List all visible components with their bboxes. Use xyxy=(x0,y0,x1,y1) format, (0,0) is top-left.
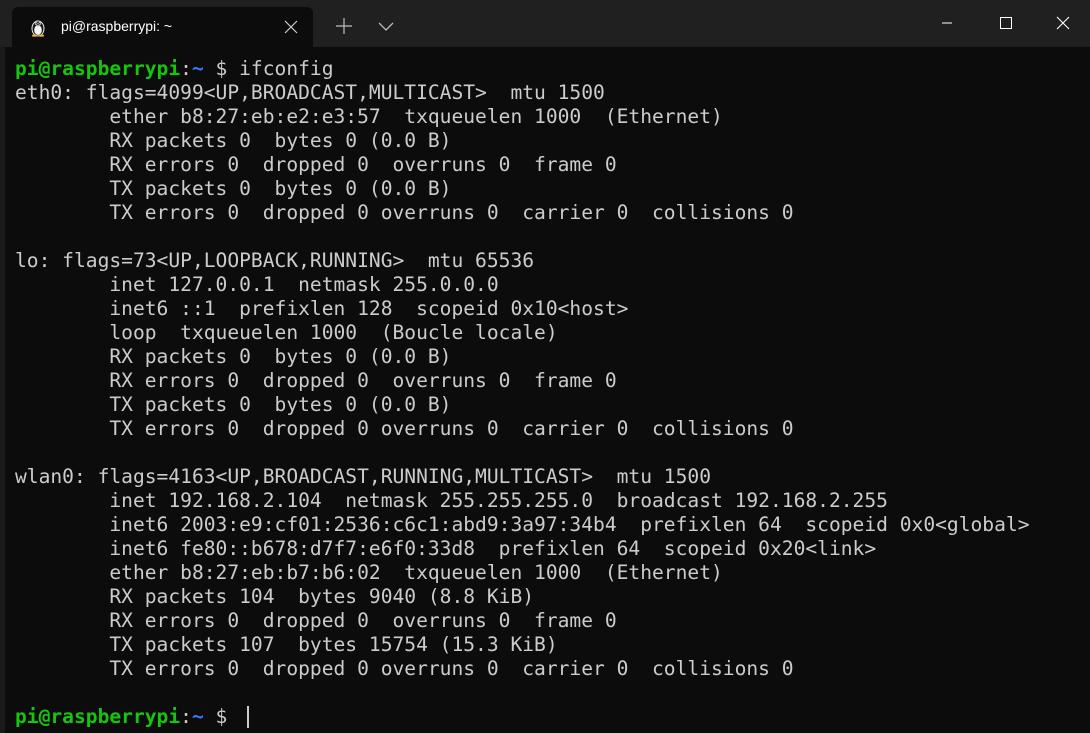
output-line: lo: flags=73<UP,LOOPBACK,RUNNING> mtu 65… xyxy=(15,249,535,272)
title-bar[interactable]: pi@raspberrypi: ~ xyxy=(0,0,1090,47)
text-cursor xyxy=(247,706,250,728)
output-line: inet 127.0.0.1 netmask 255.0.0.0 xyxy=(15,273,499,296)
command-text: ifconfig xyxy=(239,57,334,80)
tab-active[interactable]: pi@raspberrypi: ~ xyxy=(12,7,313,47)
output-line: RX packets 104 bytes 9040 (8.8 KiB) xyxy=(15,585,535,608)
output-line: RX errors 0 dropped 0 overruns 0 frame 0 xyxy=(15,369,617,392)
output-line: ether b8:27:eb:e2:e3:57 txqueuelen 1000 … xyxy=(15,105,723,128)
prompt-dollar: $ xyxy=(203,705,240,728)
chevron-down-icon[interactable] xyxy=(370,13,402,39)
prompt-colon: : xyxy=(180,705,192,728)
prompt-user-host: pi@raspberrypi xyxy=(15,57,181,80)
output-line: loop txqueuelen 1000 (Boucle locale) xyxy=(15,321,558,344)
prompt-colon: : xyxy=(180,57,192,80)
output-line: inet 192.168.2.104 netmask 255.255.255.0… xyxy=(15,489,888,512)
output-line: eth0: flags=4099<UP,BROADCAST,MULTICAST>… xyxy=(15,81,605,104)
output-line: TX errors 0 dropped 0 overruns 0 carrier… xyxy=(15,657,794,680)
output-line: ether b8:27:eb:b7:b6:02 txqueuelen 1000 … xyxy=(15,561,723,584)
output-line: RX packets 0 bytes 0 (0.0 B) xyxy=(15,345,452,368)
current-prompt-line[interactable]: pi@raspberrypi:~ $ xyxy=(15,705,1085,729)
output-line: inet6 ::1 prefixlen 128 scopeid 0x10<hos… xyxy=(15,297,629,320)
plus-icon[interactable] xyxy=(328,13,360,39)
command-line: pi@raspberrypi:~ $ ifconfig xyxy=(15,57,1085,81)
output-line: inet6 fe80::b678:d7f7:e6f0:33d8 prefixle… xyxy=(15,537,877,560)
output-line: TX packets 0 bytes 0 (0.0 B) xyxy=(15,393,452,416)
output-line: TX packets 0 bytes 0 (0.0 B) xyxy=(15,177,452,200)
output-line: TX errors 0 dropped 0 overruns 0 carrier… xyxy=(15,417,794,440)
output-line: TX errors 0 dropped 0 overruns 0 carrier… xyxy=(15,201,794,224)
maximize-icon[interactable] xyxy=(976,0,1034,46)
prompt-dollar: $ xyxy=(203,57,240,80)
tab-title: pi@raspberrypi: ~ xyxy=(61,18,173,34)
output-line: TX packets 107 bytes 15754 (15.3 KiB) xyxy=(15,633,558,656)
output-line: RX errors 0 dropped 0 overruns 0 frame 0 xyxy=(15,609,617,632)
output-line: wlan0: flags=4163<UP,BROADCAST,RUNNING,M… xyxy=(15,465,711,488)
output-line: RX errors 0 dropped 0 overruns 0 frame 0 xyxy=(15,153,617,176)
prompt-path: ~ xyxy=(191,57,204,80)
minimize-icon[interactable] xyxy=(918,0,976,46)
output-line: RX packets 0 bytes 0 (0.0 B) xyxy=(15,129,452,152)
output-line: inet6 2003:e9:cf01:2536:c6c1:abd9:3a97:3… xyxy=(15,513,1030,536)
prompt-path: ~ xyxy=(191,705,204,728)
tab-close-icon[interactable] xyxy=(282,18,300,36)
close-icon[interactable] xyxy=(1032,0,1090,46)
terminal-output[interactable]: pi@raspberrypi:~ $ ifconfig eth0: flags=… xyxy=(15,57,1085,729)
terminal-window: pi@raspberrypi: ~ pi@raspberrypi:~ $ ifc… xyxy=(0,0,1090,733)
linux-tux-icon xyxy=(28,17,48,37)
left-edge xyxy=(0,0,5,733)
prompt-user-host: pi@raspberrypi xyxy=(15,705,181,728)
